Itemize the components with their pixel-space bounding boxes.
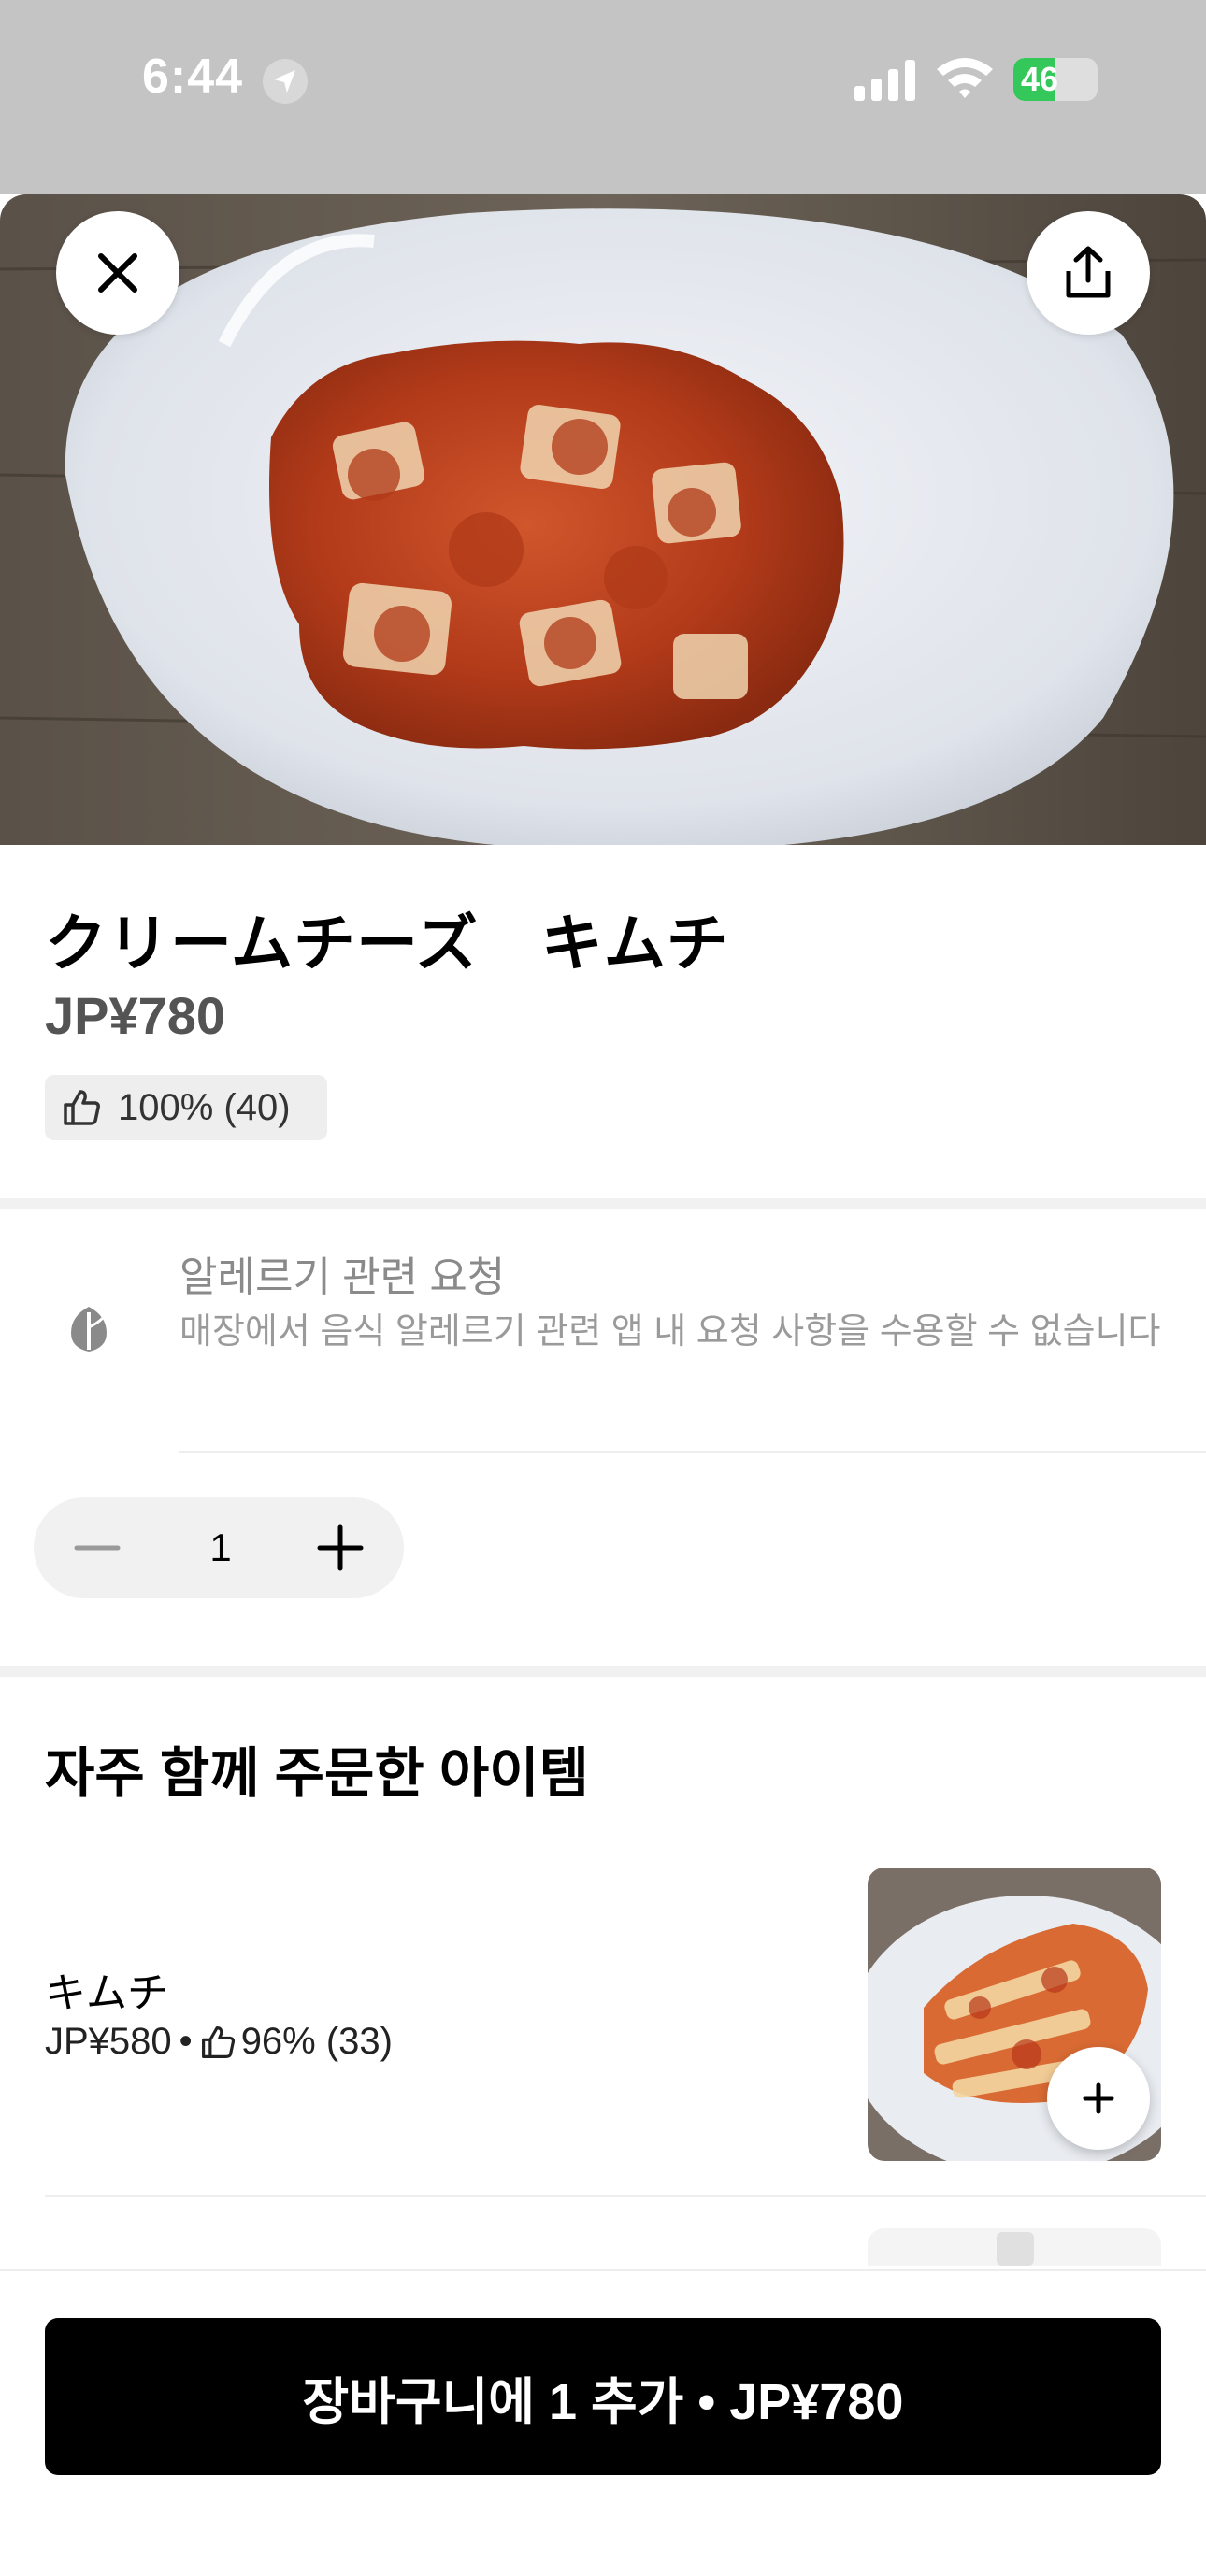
item-rating: 96% (33) [240,2021,393,2062]
status-bar: 6:44 46 [0,0,1206,194]
item-image[interactable] [868,2228,1161,2266]
battery-percent: 46 [1021,60,1059,98]
allergy-title: 알레르기 관련 요청 [179,1254,506,1300]
section-divider [0,1198,1206,1209]
leaf-icon [71,1307,107,1352]
divider [45,2195,1206,2197]
thumbs-up-icon [64,1090,100,1125]
frequently-ordered-title: 자주 함께 주문한 아이템 [45,1743,589,1804]
section-divider [0,1666,1206,1677]
battery-icon: 46 [1013,58,1098,101]
plus-icon[interactable] [312,1520,368,1576]
quantity-value: 1 [209,1525,232,1569]
status-time: 6:44 [142,50,244,104]
add-to-cart-button[interactable]: 장바구니에 1 추가 • JP¥780 [45,2318,1161,2475]
item-meta: JP¥580 • 96% (33) [45,2021,393,2063]
location-arrow-icon [263,59,308,104]
close-button[interactable] [56,211,179,335]
cellular-signal-icon [854,60,915,101]
add-item-button[interactable] [1047,2047,1150,2150]
product-title: クリームチーズ キムチ [45,909,729,978]
plus-icon [1083,2082,1114,2114]
wifi-icon [937,58,993,98]
product-image [0,194,1206,845]
thumbs-up-icon [201,2025,235,2058]
item-price: JP¥580 [45,2021,172,2062]
allergy-description: 매장에서 음식 알레르기 관련 앱 내 요청 사항을 수용할 수 없습니다 [179,1312,1161,1352]
quantity-stepper[interactable]: 1 [34,1497,404,1598]
item-name[interactable]: キムチ [45,1959,168,2019]
divider [179,1451,1206,1453]
rating-badge: 100% (40) [45,1075,327,1140]
rating-text: 100% (40) [118,1086,291,1128]
share-icon [1066,246,1111,298]
share-button[interactable] [1027,211,1150,335]
close-icon [98,253,137,293]
minus-icon[interactable] [69,1520,125,1576]
item-separator: • [179,2021,193,2062]
product-price: JP¥780 [45,986,226,1045]
